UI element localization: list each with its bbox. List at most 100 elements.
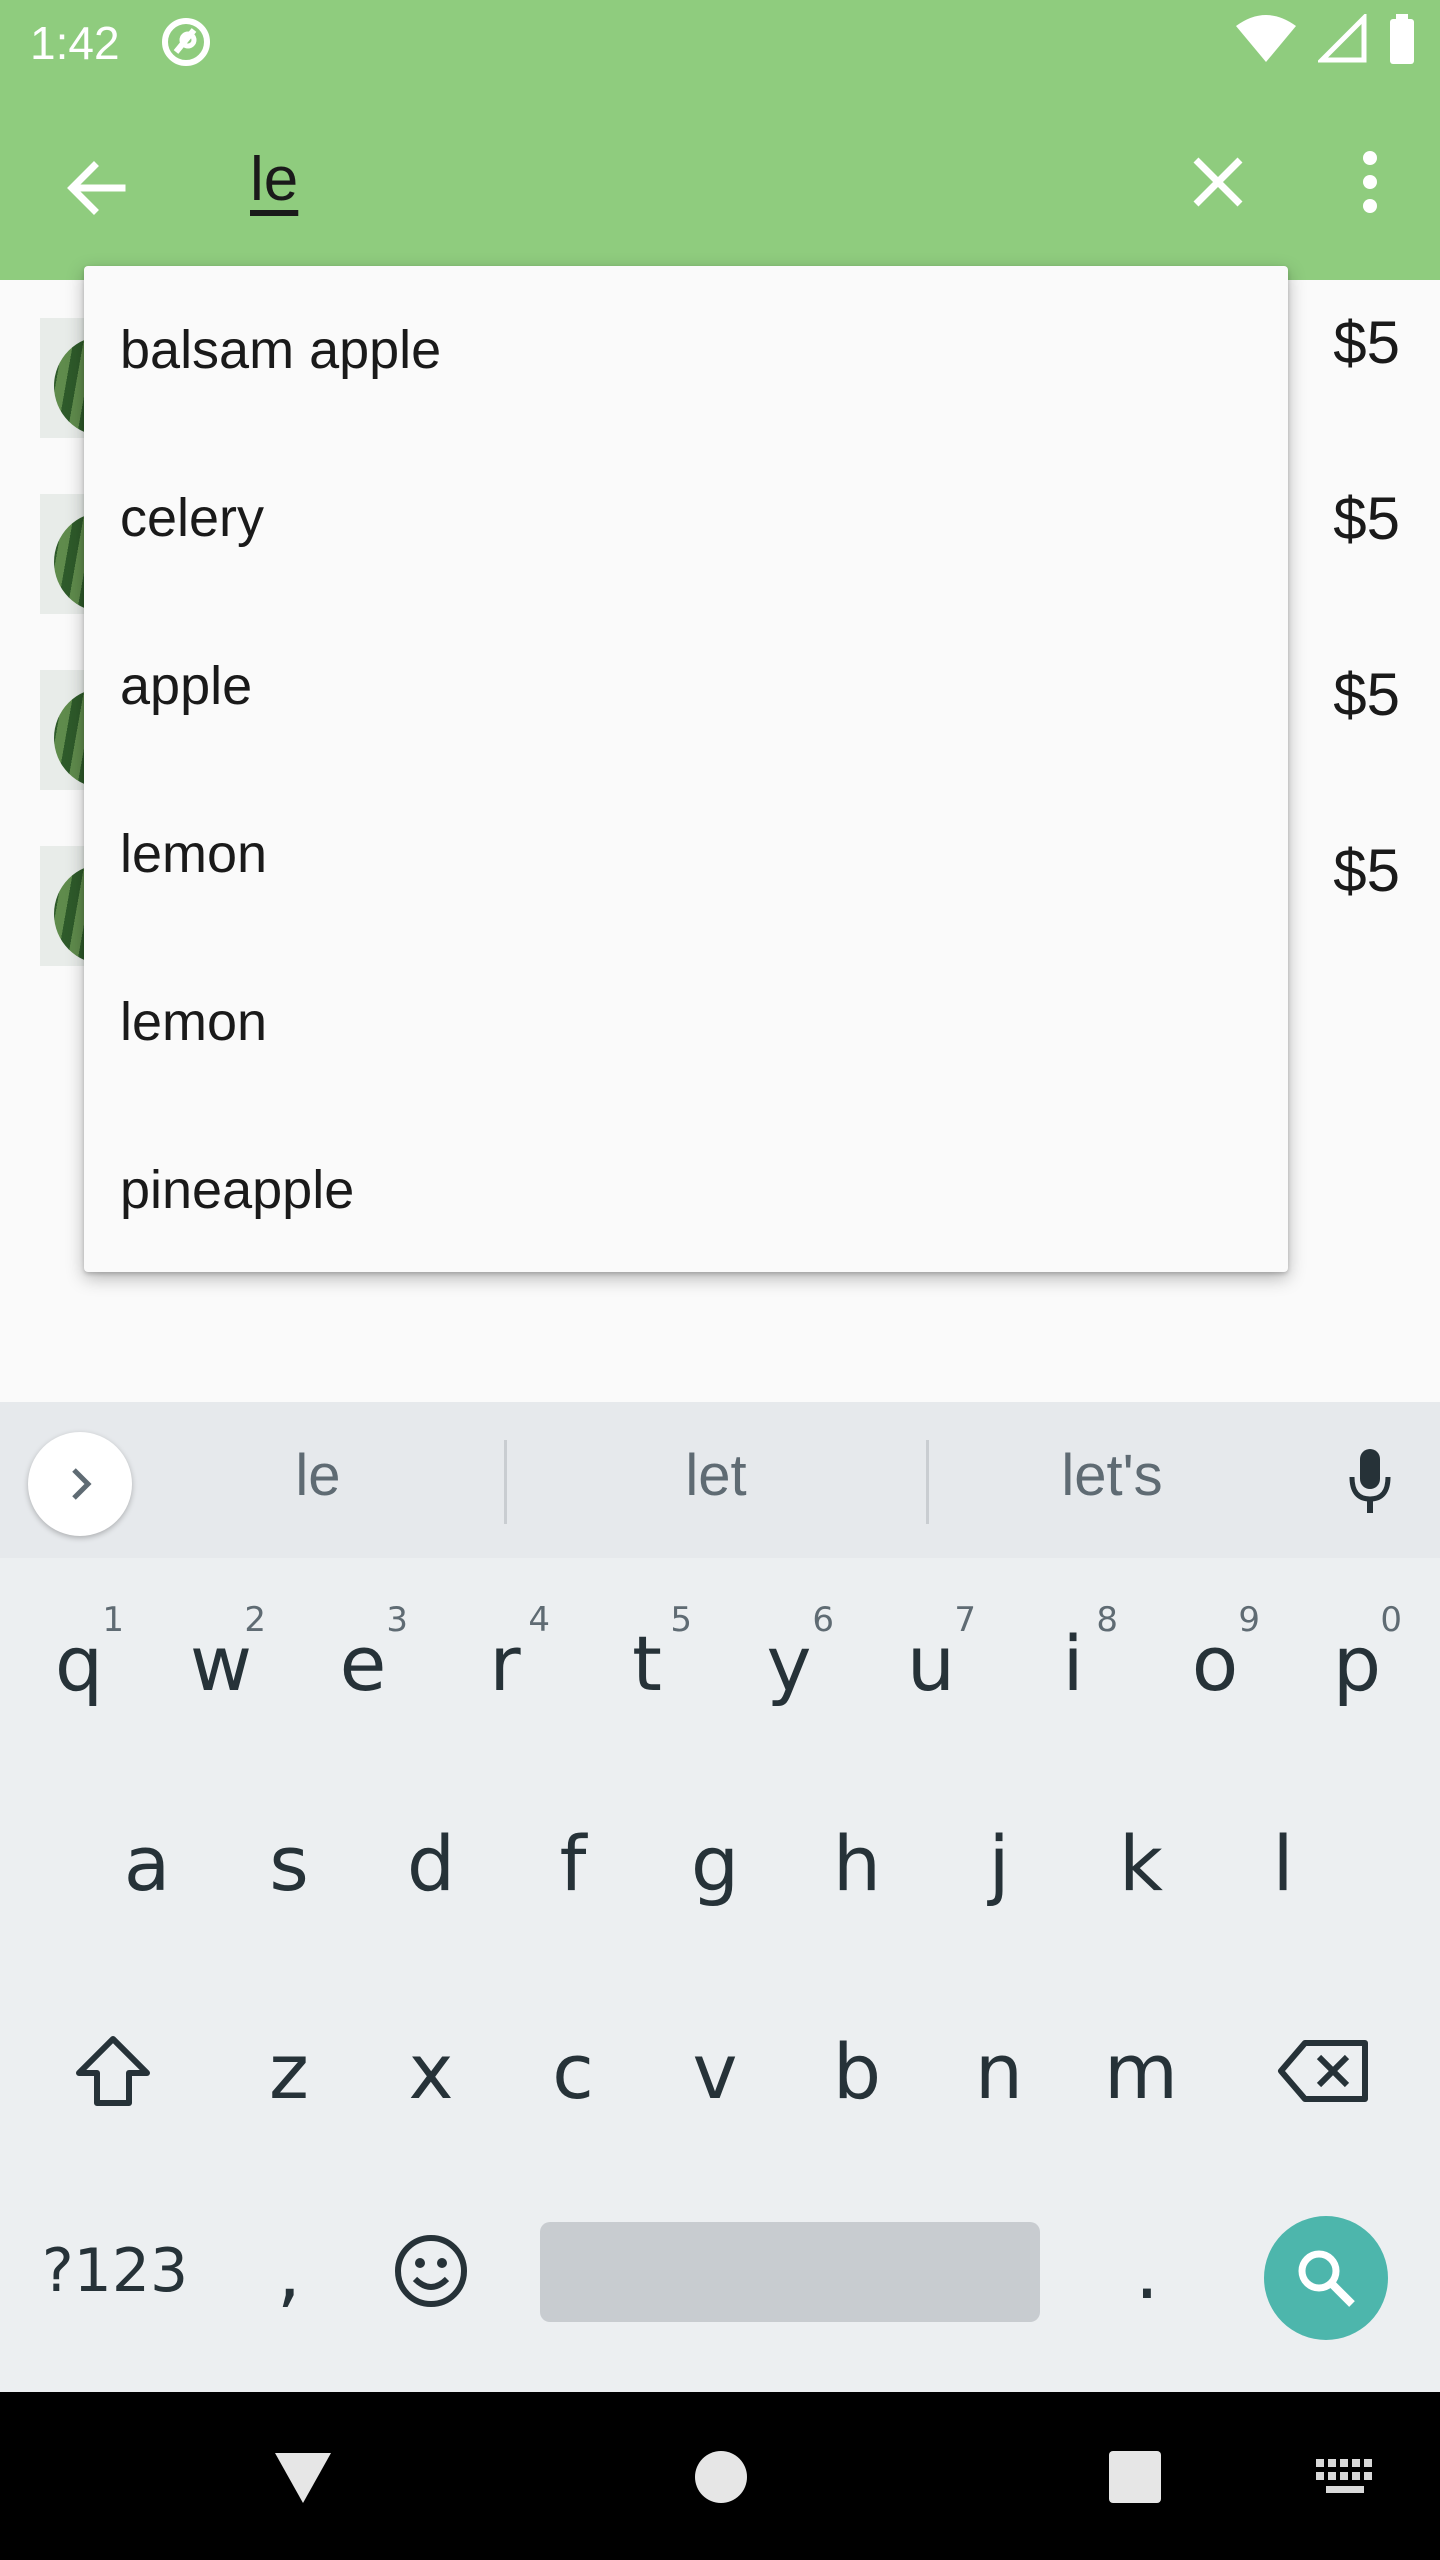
back-button[interactable] [48, 140, 144, 236]
soft-keyboard: le let let's q1 w2 e3 r4 t5 y6 u7 i8 o9 … [0, 1402, 1440, 2392]
key-k[interactable]: k [1076, 1778, 1206, 1948]
triangle-back-icon [275, 2453, 331, 2503]
suggested-word[interactable]: le [168, 1442, 468, 1509]
keyboard-icon [1316, 2459, 1372, 2493]
more-vert-icon [1363, 151, 1377, 213]
key-o[interactable]: o9 [1150, 1578, 1280, 1748]
emoji-key[interactable] [366, 2186, 496, 2356]
keyboard-suggestion-strip: le let let's [0, 1402, 1440, 1558]
key-u[interactable]: u7 [866, 1578, 996, 1748]
overflow-menu-button[interactable] [1346, 134, 1394, 230]
close-icon [1193, 157, 1243, 207]
key-l[interactable]: l [1218, 1778, 1348, 1948]
key-z[interactable]: z [224, 1986, 354, 2156]
key-m[interactable]: m [1076, 1986, 1206, 2156]
search-input[interactable]: le [250, 144, 298, 215]
symbols-key[interactable]: ?123 [30, 2186, 200, 2356]
nav-home-button[interactable] [676, 2432, 766, 2522]
nav-recents-button[interactable] [1090, 2432, 1180, 2522]
system-navigation-bar [0, 2392, 1440, 2560]
divider [504, 1440, 507, 1524]
wifi-icon [1236, 15, 1296, 62]
key-label: p [1332, 1618, 1382, 1708]
key-label: y [766, 1618, 812, 1708]
arrow-back-icon [67, 161, 126, 215]
backspace-key[interactable] [1258, 1986, 1388, 2156]
key-n[interactable]: n [934, 1986, 1064, 2156]
key-hint: 8 [1096, 1600, 1118, 1640]
suggestion-item[interactable]: lemon [84, 938, 1288, 1106]
square-recents-icon [1109, 2451, 1161, 2503]
suggestion-item[interactable]: balsam apple [84, 266, 1288, 434]
key-hint: 5 [670, 1600, 692, 1640]
keyboard-search-key[interactable] [1264, 2216, 1388, 2340]
notification-icon [162, 18, 210, 66]
key-b[interactable]: b [792, 1986, 922, 2156]
signal-icon [1318, 14, 1367, 63]
key-label: r [489, 1618, 521, 1708]
key-p[interactable]: p0 [1292, 1578, 1422, 1748]
key-label: o [1191, 1618, 1239, 1708]
key-label: q [54, 1618, 104, 1708]
shift-key[interactable] [48, 1986, 178, 2156]
key-hint: 1 [102, 1600, 124, 1640]
key-x[interactable]: x [366, 1986, 496, 2156]
product-price: $5 [1333, 661, 1400, 728]
status-time: 1:42 [30, 17, 120, 69]
key-t[interactable]: t5 [582, 1578, 712, 1748]
keyboard-switch-button[interactable] [1300, 2432, 1390, 2522]
key-d[interactable]: d [366, 1778, 496, 1948]
key-label: w [189, 1618, 253, 1708]
key-j[interactable]: j [934, 1778, 1064, 1948]
key-f[interactable]: f [508, 1778, 638, 1948]
status-bar: 1:42 [0, 0, 1440, 84]
voice-input-button[interactable] [1340, 1442, 1400, 1522]
search-suggestions-dropdown: balsam apple celery apple lemon lemon pi… [84, 266, 1288, 1272]
key-a[interactable]: a [82, 1778, 212, 1948]
space-bar[interactable] [540, 2222, 1040, 2322]
suggested-word[interactable]: let [566, 1442, 866, 1509]
key-label: u [906, 1618, 956, 1708]
backspace-icon [1278, 2040, 1368, 2102]
key-h[interactable]: h [792, 1778, 922, 1948]
key-hint: 0 [1380, 1600, 1402, 1640]
suggestion-item[interactable]: pineapple [84, 1106, 1288, 1274]
suggestion-item[interactable]: apple [84, 602, 1288, 770]
product-price: $5 [1333, 309, 1400, 376]
key-hint: 9 [1238, 1600, 1260, 1640]
emoji-icon [395, 2235, 467, 2307]
suggested-word[interactable]: let's [962, 1442, 1262, 1509]
key-v[interactable]: v [650, 1986, 780, 2156]
search-app-bar: le [0, 84, 1440, 280]
shift-icon [76, 2036, 150, 2106]
key-hint: 2 [244, 1600, 266, 1640]
key-label: t [632, 1618, 662, 1708]
comma-key[interactable]: , [224, 2186, 354, 2356]
key-hint: 3 [386, 1600, 408, 1640]
key-g[interactable]: g [650, 1778, 780, 1948]
suggestion-item[interactable]: celery [84, 434, 1288, 602]
key-i[interactable]: i8 [1008, 1578, 1138, 1748]
nav-back-button[interactable] [258, 2432, 348, 2522]
product-price: $5 [1333, 485, 1400, 552]
key-hint: 6 [812, 1600, 834, 1640]
battery-icon [1390, 14, 1414, 64]
circle-home-icon [695, 2451, 747, 2503]
key-s[interactable]: s [224, 1778, 354, 1948]
key-w[interactable]: w2 [156, 1578, 286, 1748]
key-r[interactable]: r4 [440, 1578, 570, 1748]
chevron-right-icon [72, 1468, 92, 1500]
key-label: e [339, 1618, 387, 1708]
product-price: $5 [1333, 837, 1400, 904]
divider [926, 1440, 929, 1524]
key-e[interactable]: e3 [298, 1578, 428, 1748]
key-q[interactable]: q1 [14, 1578, 144, 1748]
key-y[interactable]: y6 [724, 1578, 854, 1748]
clear-search-button[interactable] [1170, 134, 1266, 230]
key-label: i [1062, 1618, 1084, 1708]
key-c[interactable]: c [508, 1986, 638, 2156]
period-key[interactable]: . [1082, 2186, 1212, 2356]
keyboard-expand-button[interactable] [28, 1432, 132, 1536]
suggestion-item[interactable]: lemon [84, 770, 1288, 938]
search-icon [1298, 2250, 1355, 2307]
